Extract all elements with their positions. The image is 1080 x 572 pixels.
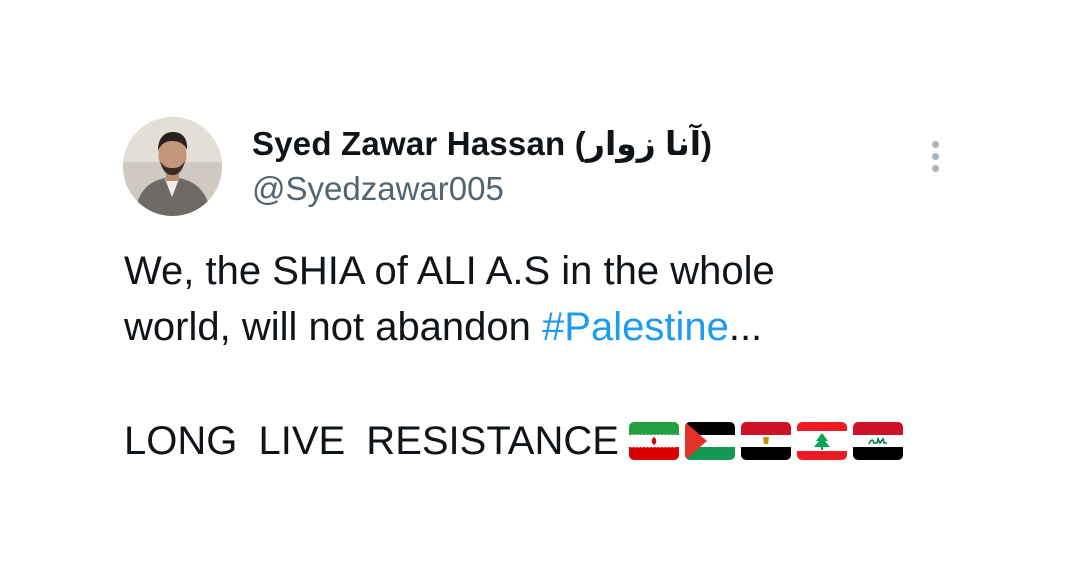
tweet-card[interactable]: Syed Zawar Hassan (آنا زوار) @Syedzawar0…	[0, 0, 1080, 572]
lebanon-flag-icon	[796, 422, 847, 460]
avatar-image	[123, 117, 222, 216]
tweet-text-prefix: world, will not abandon	[124, 305, 543, 349]
iran-flag-icon	[628, 422, 679, 460]
author-handle[interactable]: @Syedzawar005	[252, 170, 504, 208]
egypt-flag-icon	[740, 422, 791, 460]
flag-emojis	[628, 422, 909, 460]
palestine-flag-icon	[684, 422, 735, 460]
tweet-text-ellipsis: ...	[728, 305, 763, 349]
tweet-text-line-2: world, will not abandon #Palestine...	[124, 299, 964, 355]
tweet-text: We, the SHIA of ALI A.S in the whole wor…	[124, 243, 964, 355]
iraq-flag-icon	[852, 422, 903, 460]
resistance-text: LONG LIVE RESISTANCE	[124, 419, 619, 463]
tweet-text-line-1: We, the SHIA of ALI A.S in the whole	[124, 249, 775, 293]
avatar[interactable]	[123, 117, 222, 216]
author-name[interactable]: Syed Zawar Hassan (آنا زوار)	[252, 124, 712, 163]
hashtag-link[interactable]: #Palestine	[542, 305, 729, 349]
tweet-text-line-3: LONG LIVE RESISTANCE	[124, 413, 909, 469]
more-vertical-icon[interactable]	[926, 138, 946, 178]
